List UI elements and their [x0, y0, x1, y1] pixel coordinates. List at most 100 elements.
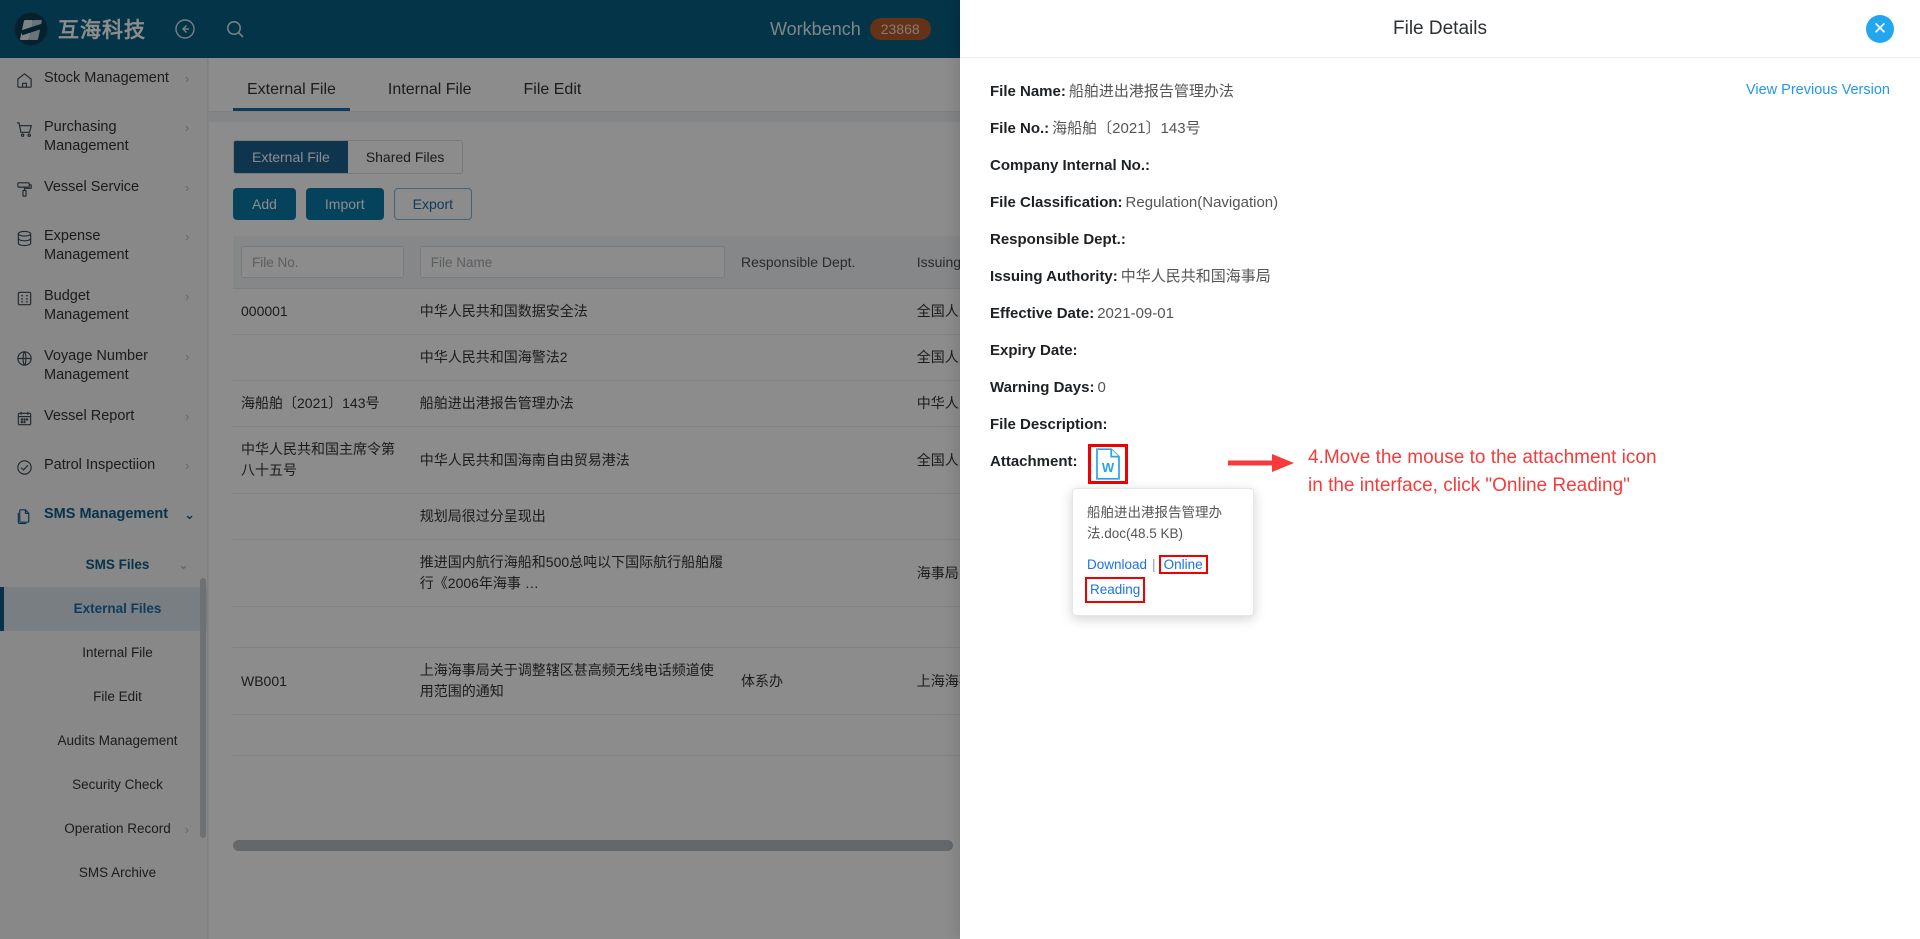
cell-file-name[interactable]: 规划局很过分呈现出 — [411, 493, 733, 540]
cell-dept — [732, 539, 909, 607]
sidebar-item-expense-management[interactable]: Expense Management › — [0, 216, 207, 276]
cell-file-name[interactable]: 船舶进出港报告管理办法 — [411, 380, 733, 427]
sidebar-item-audits-management[interactable]: Audits Management — [0, 719, 207, 763]
field-effective-date: Effective Date: 2021-09-01 — [990, 304, 1890, 324]
cell-file-name[interactable] — [411, 714, 733, 756]
field-file-classification: File Classification: Regulation(Navigatio… — [990, 193, 1890, 213]
chevron-right-icon: › — [185, 349, 190, 364]
content-tabs[interactable]: External File Internal File File Edit — [209, 58, 960, 112]
chevron-right-icon: › — [185, 229, 190, 244]
cart-icon — [14, 119, 34, 139]
drawer-body: View Previous Version File Name: 船舶进出港报告管… — [960, 58, 1920, 616]
field-value: 船舶进出港报告管理办法 — [1068, 83, 1234, 100]
sidebar-item-sms-archive[interactable]: SMS Archive — [0, 851, 207, 895]
sidebar-item-operation-record[interactable]: Operation Record › — [0, 807, 207, 851]
field-value: 海船舶〔2021〕143号 — [1052, 120, 1201, 137]
cell-file-name[interactable] — [411, 606, 733, 648]
cell-file-name[interactable]: 上海海事局关于调整辖区甚高频无线电话频道使用范围的通知 — [411, 647, 733, 715]
brand-logo[interactable]: 互海科技 — [0, 12, 146, 46]
sidebar-item-label: Vessel Service — [44, 179, 140, 195]
import-button[interactable]: Import — [305, 188, 384, 220]
cell-file-no: 中华人民共和国主席令第八十五号 — [233, 426, 412, 494]
cell-dept — [732, 288, 909, 335]
workbench-count-badge: 23868 — [869, 18, 931, 40]
chevron-right-icon: › — [185, 289, 190, 304]
segment-external-file[interactable]: External File — [234, 141, 348, 173]
field-label: File Classification: — [990, 194, 1123, 211]
annotation-line-2: in the interface, click "Online Reading" — [1308, 475, 1630, 496]
sidebar-subitem-label: Internal File — [82, 645, 153, 660]
cell-file-no — [233, 493, 412, 540]
tab-external-file[interactable]: External File — [233, 81, 350, 111]
sidebar-item-internal-file[interactable]: Internal File — [0, 631, 207, 675]
segment-shared-files[interactable]: Shared Files — [347, 141, 463, 173]
page-title: File Details — [1393, 17, 1487, 39]
back-circle-icon[interactable] — [174, 18, 196, 40]
sidebar-subitem-label: External Files — [73, 601, 162, 616]
calculator-icon — [14, 288, 34, 308]
tab-internal-file[interactable]: Internal File — [374, 81, 486, 111]
sidebar-item-vessel-report[interactable]: Vessel Report › — [0, 396, 207, 445]
sidebar-item-stock-management[interactable]: Stock Management › — [0, 58, 207, 107]
chevron-right-icon: › — [184, 821, 189, 837]
field-responsible-dept: Responsible Dept.: — [990, 230, 1890, 250]
file-no-filter-input[interactable] — [241, 246, 404, 278]
sidebar-item-sms-files[interactable]: SMS Files ⌄ — [0, 543, 207, 587]
sidebar-scrollbar[interactable] — [200, 578, 206, 838]
field-file-no: File No.: 海船舶〔2021〕143号 — [990, 119, 1890, 139]
field-label: Company Internal No.: — [990, 157, 1151, 174]
arrow-right-icon — [1228, 450, 1298, 476]
sidebar-item-label: Patrol Inspectiion — [44, 457, 156, 473]
sidebar-item-label: Vessel Report — [44, 408, 135, 424]
download-link[interactable]: Download — [1087, 557, 1147, 572]
file-name-filter-input[interactable] — [419, 246, 725, 278]
add-button[interactable]: Add — [233, 188, 296, 220]
export-button[interactable]: Export — [393, 188, 473, 220]
chevron-right-icon: › — [185, 180, 190, 195]
cell-file-name[interactable]: 中华人民共和国数据安全法 — [411, 288, 733, 335]
tab-file-edit[interactable]: File Edit — [510, 81, 596, 111]
field-value: 2021-09-01 — [1097, 305, 1174, 322]
home-icon — [14, 70, 34, 90]
header-responsible-dept: Responsible Dept. — [732, 236, 909, 289]
field-label: Responsible Dept.: — [990, 231, 1126, 248]
close-icon[interactable]: ✕ — [1866, 14, 1894, 43]
reading-link[interactable]: Reading — [1084, 577, 1146, 603]
table-horizontal-scrollbar[interactable] — [233, 840, 953, 851]
cell-file-name[interactable]: 中华人民共和国海南自由贸易港法 — [411, 426, 733, 494]
sidebar-item-voyage-number-management[interactable]: Voyage Number Management › — [0, 336, 207, 396]
file-scope-segmented[interactable]: External File Shared Files — [233, 140, 464, 174]
cell-file-name[interactable]: 中华人民共和国海警法2 — [411, 334, 733, 381]
chevron-right-icon: › — [185, 120, 190, 135]
brand-name: 互海科技 — [58, 19, 146, 42]
database-icon — [14, 228, 34, 248]
cell-file-name[interactable]: 推进国内航行海船和500总吨以下国际航行船舶履行《2006年海事 … — [411, 539, 733, 607]
field-value: Regulation(Navigation) — [1125, 194, 1279, 211]
sidebar-item-budget-management[interactable]: Budget Management › — [0, 276, 207, 336]
sidebar-subitem-label: Audits Management — [57, 733, 178, 748]
workbench-indicator[interactable]: Workbench 23868 — [770, 18, 931, 40]
sidebar-item-vessel-service[interactable]: Vessel Service › — [0, 167, 207, 216]
sidebar-item-security-check[interactable]: Security Check — [0, 763, 207, 807]
sidebar-subitem-label: File Edit — [93, 689, 142, 704]
sidebar-item-file-edit[interactable]: File Edit — [0, 675, 207, 719]
online-link[interactable]: Online — [1158, 555, 1208, 574]
top-bar: 互海科技 Workbench 23868 — [0, 0, 960, 58]
header-file-name — [411, 236, 733, 289]
sidebar-item-sms-management[interactable]: SMS Management ⌄ — [0, 494, 207, 543]
field-label: File Description: — [990, 416, 1108, 433]
search-icon[interactable] — [224, 18, 246, 40]
view-previous-version-link[interactable]: View Previous Version — [1746, 82, 1890, 98]
annotation-line-1: 4.Move the mouse to the attachment icon — [1308, 447, 1657, 468]
chevron-right-icon: › — [185, 71, 190, 86]
workbench-label: Workbench — [770, 18, 861, 39]
word-doc-icon[interactable]: W — [1095, 448, 1121, 480]
field-warning-days: Warning Days: 0 — [990, 378, 1890, 398]
cell-file-no — [233, 334, 412, 381]
sidebar-item-label: Expense Management — [44, 228, 129, 263]
sidebar-item-external-files[interactable]: External Files — [0, 587, 207, 631]
sidebar-item-purchasing-management[interactable]: Purchasing Management › — [0, 107, 207, 167]
attachment-highlight-box[interactable]: W — [1087, 444, 1128, 484]
sidebar-item-patrol-inspection[interactable]: Patrol Inspectiion › — [0, 445, 207, 494]
sidebar[interactable]: Stock Management › Purchasing Management… — [0, 58, 208, 939]
